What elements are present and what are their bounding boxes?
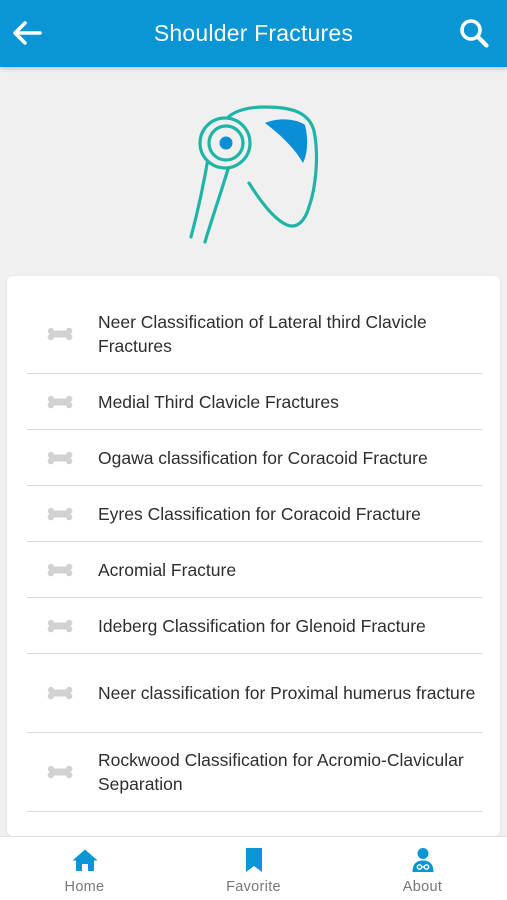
hero-illustration [0,67,507,277]
list-item-label: Eyres Classification for Coracoid Fractu… [98,503,421,524]
app-screen: Shoulder Fractures Neer Classification o… [0,0,507,900]
list-item[interactable]: Ogawa classification for Coracoid Fractu… [27,430,482,486]
list-item[interactable]: Acromial Fracture [27,542,482,598]
list-item[interactable]: Medial Third Clavicle Fractures [27,374,482,430]
list-item-label: Rockwood Classification for Acromio-Clav… [98,750,464,794]
list-item[interactable]: Ideberg Classification for Glenoid Fract… [27,598,482,654]
page-title: Shoulder Fractures [153,20,354,46]
top-app-bar: Shoulder Fractures [0,0,507,67]
bone-icon [45,326,75,342]
list-item-label: Neer Classification of Lateral third Cla… [98,312,427,356]
bone-icon [45,764,75,780]
list-item-label: Ogawa classification for Coracoid Fractu… [98,447,428,468]
nav-home-label: Home [64,879,105,895]
nav-about[interactable]: About [338,837,507,900]
bone-icon [45,562,75,578]
nav-about-label: About [402,879,443,895]
search-icon [460,19,489,48]
list-item-label: Acromial Fracture [98,559,237,580]
nav-favorite[interactable]: Favorite [169,837,338,900]
fracture-list-card: Neer Classification of Lateral third Cla… [7,276,500,836]
bone-icon [45,685,75,701]
search-button[interactable] [455,14,493,52]
list-item[interactable]: Neer Classification of Lateral third Cla… [27,295,482,374]
bone-icon [45,394,75,410]
list-item-label: Ideberg Classification for Glenoid Fract… [98,615,426,636]
nav-favorite-label: Favorite [226,879,281,895]
bone-icon [45,618,75,634]
list-item[interactable]: Neer classification for Proximal humerus… [27,654,482,733]
list-item-label: Medial Third Clavicle Fractures [98,391,339,412]
bone-icon [45,450,75,466]
bottom-navigation: Home Favorite About [0,836,507,900]
nav-home[interactable]: Home [0,837,169,900]
bookmark-icon [239,846,269,874]
doctor-icon [408,846,438,874]
home-icon [70,846,100,874]
fracture-list: Neer Classification of Lateral third Cla… [27,295,482,812]
bone-icon [45,506,75,522]
list-item[interactable]: Eyres Classification for Coracoid Fractu… [27,486,482,542]
list-item-label: Neer classification for Proximal humerus… [98,683,476,703]
shoulder-joint-icon [188,105,318,244]
list-item[interactable]: Rockwood Classification for Acromio-Clav… [27,733,482,812]
